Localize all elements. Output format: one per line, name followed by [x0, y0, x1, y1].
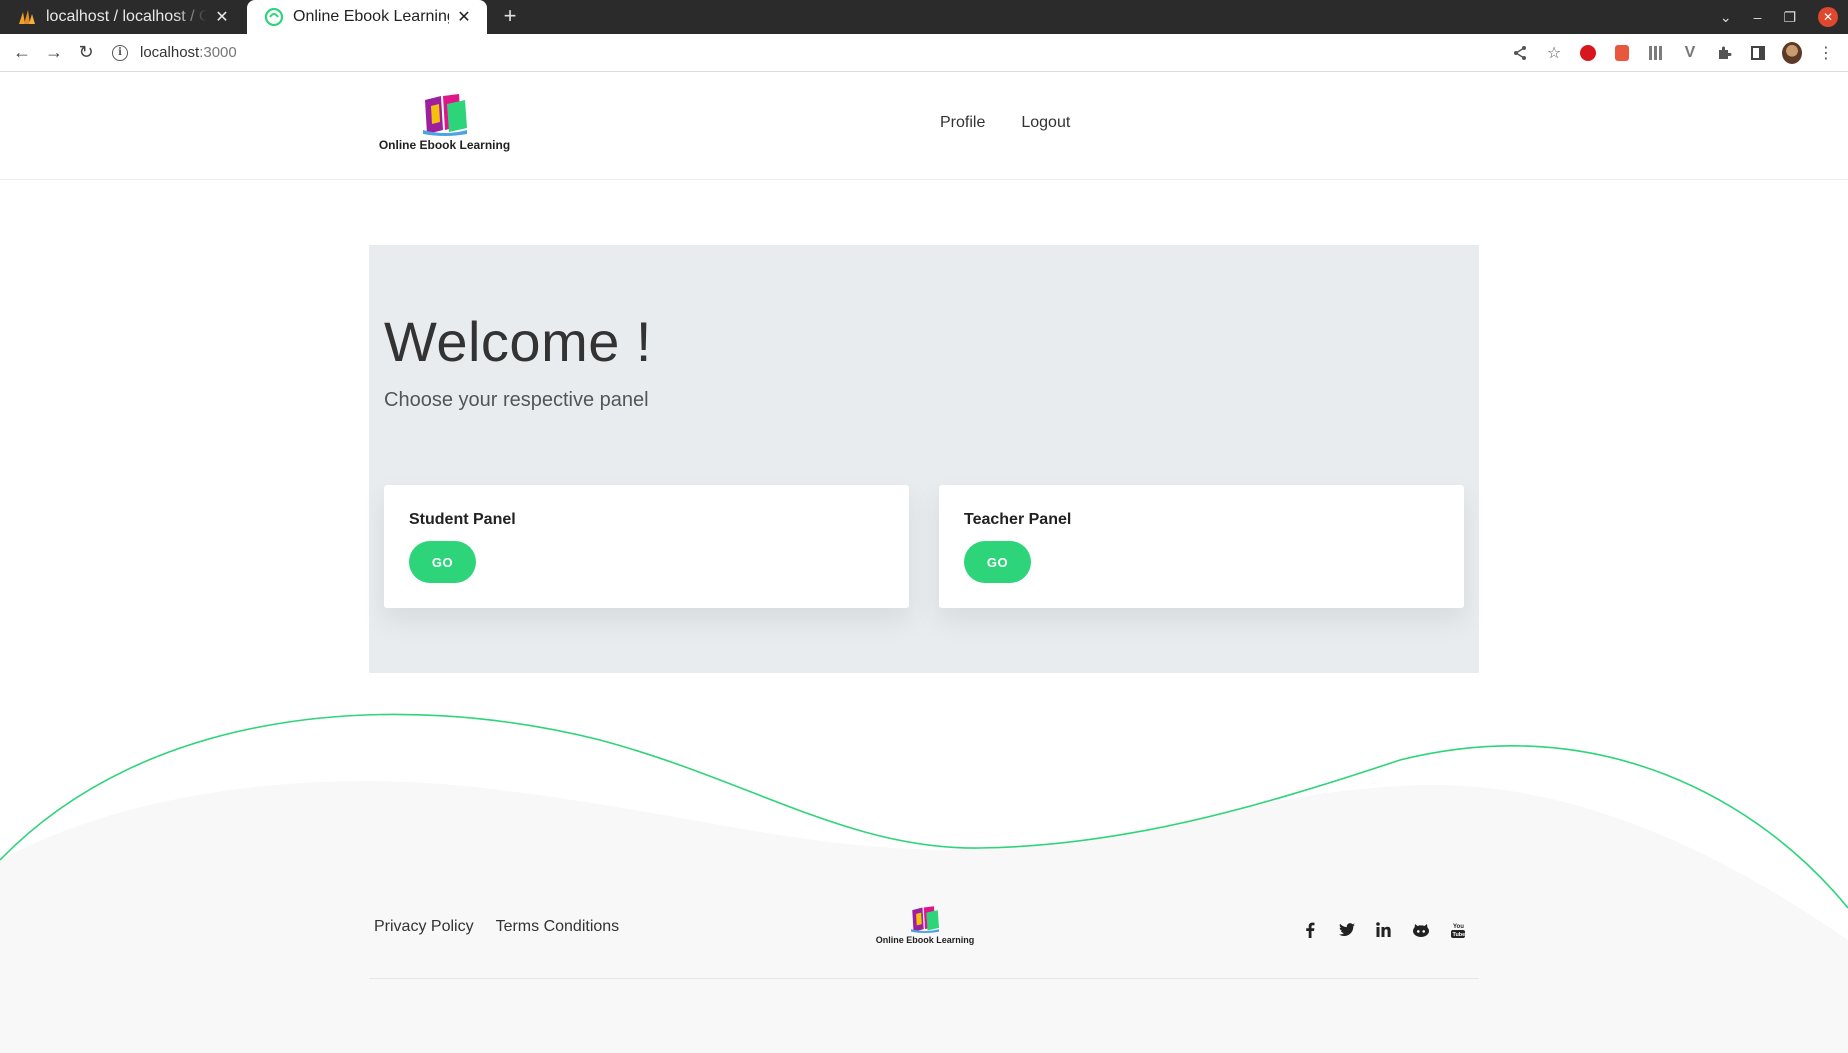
- welcome-jumbotron: Welcome ! Choose your respective panel S…: [369, 245, 1479, 673]
- minimize-icon[interactable]: –: [1754, 9, 1762, 25]
- chevron-down-icon[interactable]: ⌄: [1720, 9, 1732, 26]
- student-go-button[interactable]: GO: [409, 541, 476, 583]
- linkedin-icon[interactable]: [1374, 920, 1393, 939]
- twitter-icon[interactable]: [1337, 920, 1356, 939]
- footer-wave-decoration: [0, 713, 1848, 1053]
- tab-online-ebook-learning[interactable]: Online Ebook Learning ✕: [247, 0, 487, 34]
- back-arrow-icon[interactable]: ←: [6, 37, 38, 69]
- student-panel-title: Student Panel: [409, 511, 516, 528]
- close-icon[interactable]: ✕: [455, 7, 473, 27]
- teacher-go-button[interactable]: GO: [964, 541, 1031, 583]
- reload-icon[interactable]: ↻: [70, 37, 102, 69]
- address-bar[interactable]: i localhost:3000: [112, 38, 237, 68]
- browser-tab-bar: localhost / localhost / Online Ebook Lea…: [0, 0, 1848, 34]
- extension-orange-icon[interactable]: [1612, 43, 1632, 63]
- site-header: Online Ebook Learning Profile Logout: [0, 72, 1848, 180]
- new-tab-button[interactable]: +: [498, 5, 522, 29]
- phpmyadmin-icon: [18, 8, 36, 26]
- url-port: :3000: [199, 44, 237, 61]
- react-icon: [265, 8, 283, 26]
- tab-title: Online Ebook Learning: [293, 8, 449, 25]
- url-host: localhost: [140, 44, 200, 61]
- side-panel-icon[interactable]: [1748, 43, 1768, 63]
- book-logo-icon: [422, 94, 467, 136]
- terms-conditions-link[interactable]: Terms Conditions: [496, 918, 620, 936]
- youtube-icon[interactable]: You Tube: [1448, 920, 1467, 939]
- social-links: You Tube: [1300, 920, 1467, 939]
- bookmark-star-icon[interactable]: ☆: [1544, 43, 1564, 63]
- forward-arrow-icon[interactable]: →: [38, 37, 70, 69]
- footer-links: Privacy Policy Terms Conditions: [374, 918, 619, 936]
- close-window-icon[interactable]: ✕: [1818, 7, 1838, 27]
- logo-text: Online Ebook Learning: [378, 138, 511, 152]
- footer-logo[interactable]: Online Ebook Learning: [875, 905, 975, 945]
- svg-text:Tube: Tube: [1452, 932, 1465, 938]
- opera-extension-icon[interactable]: [1578, 43, 1598, 63]
- nav-logout-link[interactable]: Logout: [1021, 114, 1070, 132]
- close-icon[interactable]: ✕: [213, 7, 231, 27]
- profile-avatar[interactable]: [1782, 42, 1802, 64]
- browser-toolbar: ← → ↻ i localhost:3000 ☆ V ⋮: [0, 34, 1848, 72]
- menu-dots-icon[interactable]: ⋮: [1816, 43, 1836, 63]
- window-controls: ⌄ – ❐ ✕: [1720, 0, 1838, 34]
- svg-text:You: You: [1453, 924, 1464, 930]
- puzzle-extensions-icon[interactable]: [1714, 43, 1734, 63]
- site-logo[interactable]: Online Ebook Learning: [372, 92, 517, 152]
- tab-phpmyadmin[interactable]: localhost / localhost / Online Ebook Lea…: [0, 0, 245, 34]
- vue-devtools-icon[interactable]: V: [1680, 43, 1700, 63]
- info-icon[interactable]: i: [112, 44, 128, 61]
- nav-profile-link[interactable]: Profile: [940, 114, 985, 132]
- site-footer: Privacy Policy Terms Conditions Online E…: [369, 900, 1479, 980]
- qr-code-icon[interactable]: [1646, 43, 1666, 63]
- page-subtitle: Choose your respective panel: [384, 389, 649, 411]
- teacher-panel-title: Teacher Panel: [964, 511, 1072, 528]
- toolbar-actions: ☆ V ⋮: [1510, 34, 1836, 72]
- github-icon[interactable]: [1411, 920, 1430, 939]
- footer-divider: [369, 978, 1479, 979]
- privacy-policy-link[interactable]: Privacy Policy: [374, 918, 474, 936]
- footer-logo-text: Online Ebook Learning: [875, 935, 975, 945]
- facebook-icon[interactable]: [1300, 920, 1319, 939]
- restore-icon[interactable]: ❐: [1783, 9, 1796, 26]
- tab-title: localhost / localhost / Online Ebook Lea…: [46, 8, 207, 25]
- page-title: Welcome !: [384, 310, 652, 373]
- main-nav: Profile Logout: [940, 114, 1070, 132]
- book-logo-icon: [911, 906, 939, 933]
- teacher-panel-card: Teacher Panel GO: [939, 485, 1464, 608]
- share-icon[interactable]: [1510, 43, 1530, 63]
- student-panel-card: Student Panel GO: [384, 485, 909, 608]
